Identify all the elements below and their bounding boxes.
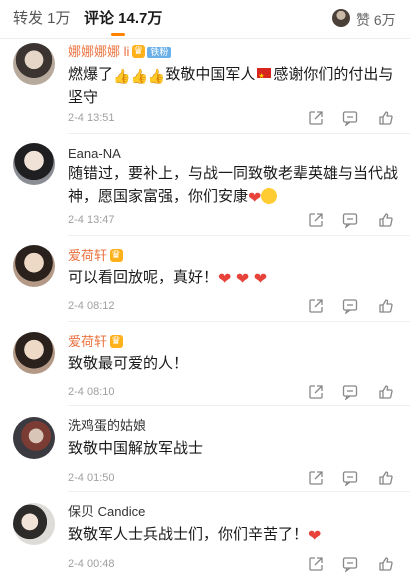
avatar[interactable] bbox=[13, 503, 55, 545]
thumbs-up-emoji-icon: 👍👍👍 bbox=[113, 68, 166, 84]
share-icon[interactable] bbox=[308, 212, 324, 228]
comment-text: 致敬中国解放军战士 bbox=[68, 440, 204, 457]
comment-text: 随错过，要补上，与战一同致敬老辈英雄与当代战神，愿国家富强，你们安康 ❤ bbox=[68, 165, 399, 207]
comment-author[interactable]: 爱荷轩 bbox=[68, 333, 124, 350]
comment-tab-bar: 转发 1万 评论 14.7万 赞 6万 bbox=[0, 0, 410, 39]
comment-icon[interactable] bbox=[342, 470, 358, 486]
tab-comments[interactable]: 评论 14.7万 bbox=[84, 10, 162, 28]
comment-icon[interactable] bbox=[342, 212, 358, 228]
comment-author[interactable]: 娜娜娜娜 li铁粉 bbox=[68, 43, 172, 60]
share-icon[interactable] bbox=[308, 110, 324, 126]
cry-face-emoji-icon bbox=[261, 188, 278, 204]
comment-item: 爱荷轩 致敬最可爱的人！ 2-4 08:10 bbox=[0, 322, 410, 406]
thumbs-up-icon[interactable] bbox=[378, 556, 394, 572]
comment-text: 致敬最可爱的人！ bbox=[68, 355, 189, 372]
comment-icon[interactable] bbox=[342, 110, 358, 126]
vip-crown-icon bbox=[132, 43, 146, 59]
comment-text: 可以看回放呢，真好！ ❤ ❤ ❤ bbox=[68, 269, 268, 288]
avatar[interactable] bbox=[13, 43, 55, 85]
comment-icon[interactable] bbox=[342, 384, 358, 400]
comment-actions bbox=[308, 212, 400, 230]
comment-time: 2-4 08:12 bbox=[68, 300, 115, 312]
comment-time: 2-4 08:10 bbox=[68, 386, 115, 398]
heart-emoji-icon: ❤ ❤ ❤ bbox=[218, 271, 268, 288]
comment-actions bbox=[308, 556, 400, 574]
comment-author[interactable]: 爱荷轩 bbox=[68, 247, 124, 264]
heart-emoji-icon: ❤ bbox=[308, 528, 322, 545]
comment-time: 2-4 13:47 bbox=[68, 214, 115, 226]
comment-icon[interactable] bbox=[342, 556, 358, 572]
comment-item: Eana-NA 随错过，要补上，与战一同致敬老辈英雄与当代战神，愿国家富强，你们… bbox=[0, 134, 410, 236]
avatar[interactable] bbox=[13, 245, 55, 287]
share-icon[interactable] bbox=[308, 298, 324, 314]
liker-avatar bbox=[332, 9, 350, 27]
avatar[interactable] bbox=[13, 143, 55, 185]
comment-item: 洗鸡蛋的姑娘 致敬中国解放军战士 2-4 01:50 bbox=[0, 406, 410, 492]
share-icon[interactable] bbox=[308, 556, 324, 572]
likes-count: 赞 6万 bbox=[356, 12, 396, 28]
tab-reposts[interactable]: 转发 1万 bbox=[13, 10, 71, 28]
thumbs-up-icon[interactable] bbox=[378, 298, 394, 314]
comment-actions bbox=[308, 298, 400, 316]
comment-item: 爱荷轩 可以看回放呢，真好！ ❤ ❤ ❤ 2-4 08:12 bbox=[0, 236, 410, 322]
comment-item: 娜娜娜娜 li铁粉 燃爆了👍👍👍致敬中国军人感谢你们的付出与坚守 2-4 13:… bbox=[0, 38, 410, 134]
thumbs-up-icon[interactable] bbox=[378, 212, 394, 228]
share-icon[interactable] bbox=[308, 470, 324, 486]
comment-time: 2-4 13:51 bbox=[68, 112, 115, 124]
thumbs-up-icon[interactable] bbox=[378, 110, 394, 126]
thumbs-up-icon[interactable] bbox=[378, 384, 394, 400]
fan-badge: 铁粉 bbox=[147, 47, 172, 58]
avatar[interactable] bbox=[13, 332, 55, 374]
comment-icon[interactable] bbox=[342, 298, 358, 314]
comment-actions bbox=[308, 470, 400, 488]
comment-item: 保贝 Candice 致敬军人士兵战士们，你们辛苦了！ ❤ 2-4 00:48 bbox=[0, 492, 410, 577]
thumbs-up-icon[interactable] bbox=[378, 470, 394, 486]
comment-time: 2-4 00:48 bbox=[68, 558, 115, 570]
vip-crown-icon bbox=[110, 247, 124, 263]
china-flag-emoji-icon bbox=[257, 65, 272, 88]
comment-author[interactable]: 洗鸡蛋的姑娘 bbox=[68, 418, 146, 434]
comment-text: 燃爆了👍👍👍致敬中国军人感谢你们的付出与坚守 bbox=[68, 63, 400, 109]
avatar[interactable] bbox=[13, 417, 55, 459]
active-tab-indicator bbox=[111, 33, 125, 36]
comment-author[interactable]: 保贝 Candice bbox=[68, 504, 145, 520]
comment-actions bbox=[308, 384, 400, 402]
comment-text: 致敬军人士兵战士们，你们辛苦了！ ❤ bbox=[68, 526, 322, 545]
vip-crown-icon bbox=[110, 333, 124, 349]
heart-emoji-icon: ❤ bbox=[248, 190, 262, 207]
comment-author[interactable]: Eana-NA bbox=[68, 146, 121, 162]
comment-time: 2-4 01:50 bbox=[68, 472, 115, 484]
share-icon[interactable] bbox=[308, 384, 324, 400]
comment-actions bbox=[308, 110, 400, 128]
